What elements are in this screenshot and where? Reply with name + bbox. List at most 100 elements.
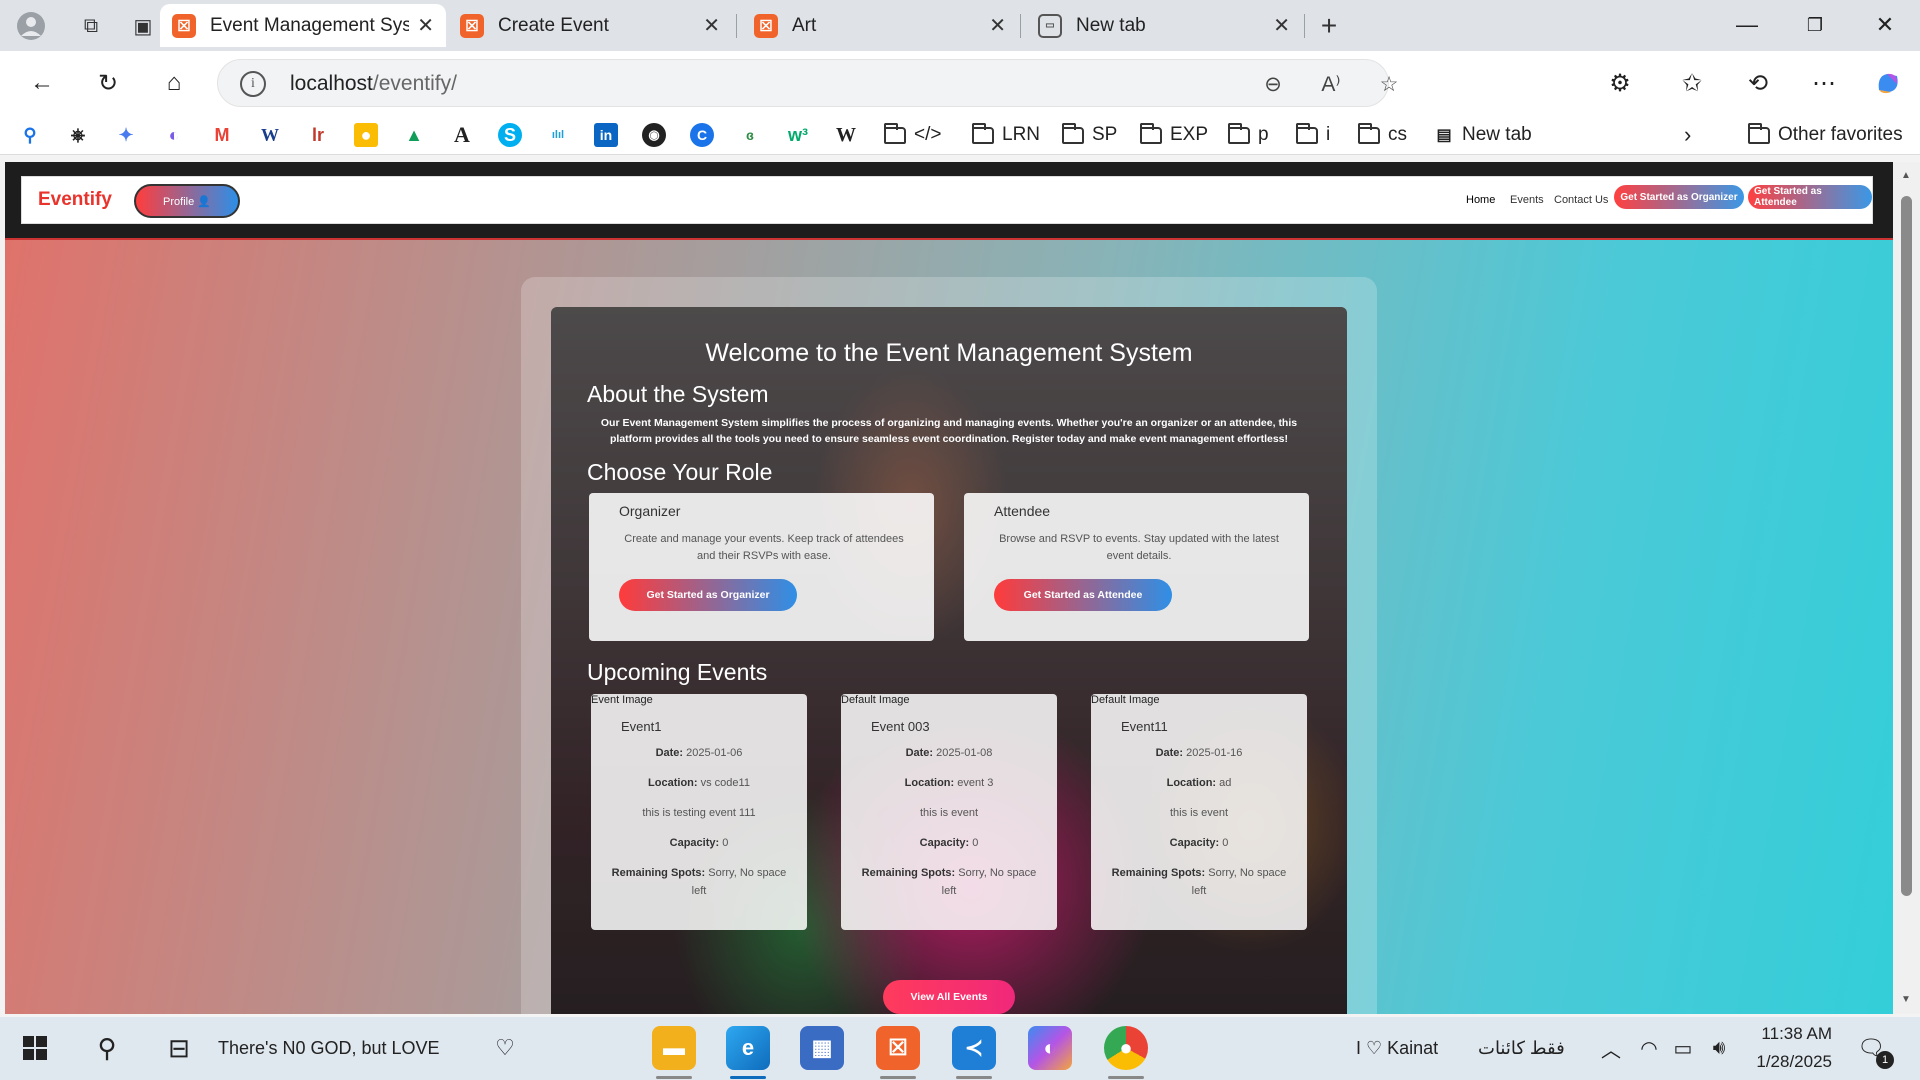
scroll-down-arrow-icon[interactable]: ▼ (1901, 994, 1911, 1005)
close-icon[interactable]: ✕ (989, 13, 1006, 38)
tab-event-management-system[interactable]: ☒ Event Management System ✕ (160, 4, 446, 47)
restore-icon[interactable]: ❐ (1790, 8, 1840, 42)
cisco-icon: ılıl (551, 129, 565, 141)
chrome-icon[interactable]: ● (1104, 1026, 1148, 1070)
chevron-up-icon[interactable]: ︿ (1590, 1027, 1632, 1069)
close-icon[interactable]: ✕ (703, 13, 720, 38)
history-icon[interactable]: ⟲ (1738, 65, 1778, 101)
vscode-icon[interactable]: ≺ (952, 1026, 996, 1070)
folder-lrn[interactable]: LRN (972, 121, 1040, 149)
tab-create-event[interactable]: ☒ Create Event ✕ (448, 4, 732, 47)
taskbar-search-text[interactable]: There's N0 GOD, but LOVE (218, 1038, 440, 1059)
clock-time[interactable]: 11:38 AM (1748, 1024, 1832, 1044)
get-started-organizer-button[interactable]: Get Started as Organizer (619, 579, 797, 611)
folder-i[interactable]: i (1296, 121, 1330, 149)
copilot-icon[interactable]: ◐ (1028, 1026, 1072, 1070)
clock-date[interactable]: 1/28/2025 (1744, 1052, 1832, 1072)
bookmark-lms[interactable]: lr (306, 121, 336, 149)
calculator-icon[interactable]: ▦ (800, 1026, 844, 1070)
address-bar[interactable]: i localhost/eventify/ ⊖ A⁾ ☆ (217, 59, 1398, 107)
scroll-up-arrow-icon[interactable]: ▲ (1901, 170, 1911, 181)
bookmark-github[interactable]: ◉ (642, 121, 672, 149)
site-info-icon[interactable]: i (240, 71, 266, 97)
bookmark-gmail[interactable]: M (210, 121, 240, 149)
nav-events-link[interactable]: Events (1510, 194, 1544, 206)
volume-icon[interactable]: 🔊︎ (1698, 1027, 1740, 1069)
get-started-attendee-button[interactable]: Get Started as Attendee (994, 579, 1172, 611)
gmail-icon: M (214, 124, 230, 145)
nav-attendee-button[interactable]: Get Started as Attendee (1748, 185, 1872, 209)
nav-contact-link[interactable]: Contact Us (1554, 194, 1608, 206)
read-aloud-icon[interactable]: A⁾ (1316, 70, 1346, 98)
bookmark-w3schools[interactable]: w³ (786, 121, 816, 149)
bookmark-font[interactable]: A (450, 121, 480, 149)
bookmark-w3[interactable]: W (258, 121, 288, 149)
bookmarks-overflow-chevron-icon[interactable]: › (1684, 121, 1691, 149)
event-card: Default Image Event 003 Date: 2025-01-08… (841, 694, 1057, 930)
event-location: Location: event 3 (904, 777, 994, 789)
back-icon[interactable]: ← (22, 65, 62, 101)
folder-p[interactable]: p (1228, 121, 1269, 149)
new-tab-plus-icon[interactable]: + (1312, 9, 1346, 43)
tab-art[interactable]: ☒ Art ✕ (742, 4, 1018, 47)
site-brand[interactable]: Eventify (38, 189, 112, 211)
view-all-events-button[interactable]: View All Events (883, 980, 1015, 1014)
folder-cs[interactable]: cs (1358, 121, 1407, 149)
nav-organizer-button[interactable]: Get Started as Organizer (1614, 185, 1744, 209)
bookmark-drive[interactable]: ▲ (402, 121, 432, 149)
bookmark-openai[interactable]: ⎈ (66, 121, 96, 149)
role-heading: Choose Your Role (587, 459, 773, 485)
minimize-icon[interactable]: — (1722, 8, 1772, 42)
zoom-out-icon[interactable]: ⊖ (1258, 70, 1288, 98)
search-icon[interactable]: ⚲ (86, 1027, 128, 1069)
reload-icon[interactable]: ↻ (88, 65, 128, 101)
font-icon: A (454, 122, 470, 147)
folder-code[interactable]: </> (884, 121, 941, 149)
folder-icon (1748, 122, 1770, 144)
bookmarks-bar: ⚲ ⎈ ✦ ◐ M W lr ● ▲ A S ılıl in ◉ C ɞ w³ … (0, 115, 1920, 155)
copilot-icon[interactable] (1868, 65, 1908, 101)
bookmark-skype[interactable]: S (498, 121, 528, 149)
bookmark-cisco[interactable]: ılıl (546, 121, 576, 149)
heart-icon[interactable]: ♡ (484, 1027, 526, 1069)
file-explorer-icon[interactable]: ▬ (652, 1026, 696, 1070)
copilot-icon: ◐ (168, 124, 180, 145)
favorites-icon[interactable]: ✩ (1672, 65, 1712, 101)
xampp-icon: ☒ (460, 13, 484, 38)
tab-new-tab[interactable]: ▭ New tab ✕ (1026, 4, 1302, 47)
profile-button[interactable]: Profile 👤 (134, 184, 240, 218)
bookmark-c[interactable]: C (690, 121, 720, 149)
more-options-icon[interactable]: ⋯ (1804, 65, 1844, 101)
task-view-icon[interactable]: ⊟ (158, 1027, 200, 1069)
other-favorites[interactable]: Other favorites (1748, 121, 1903, 149)
bookmark-geeks[interactable]: ɞ (738, 121, 768, 149)
drive-icon: ▲ (405, 124, 423, 145)
scrollbar-thumb[interactable] (1901, 196, 1912, 896)
event-image-broken-icon: Default Image (1091, 694, 1160, 706)
profile-avatar-icon[interactable] (14, 9, 48, 43)
folder-exp[interactable]: EXP (1140, 121, 1208, 149)
bookmark-keep[interactable]: ● (354, 121, 384, 149)
folder-sp[interactable]: SP (1062, 121, 1117, 149)
xampp-icon[interactable]: ☒ (876, 1026, 920, 1070)
workspaces-icon[interactable]: ⧉ (74, 9, 108, 43)
bookmark-search[interactable]: ⚲ (18, 121, 48, 149)
app-active-indicator (730, 1076, 766, 1079)
page-scrollbar[interactable]: ▲ ▼ (1893, 162, 1920, 1014)
close-icon[interactable]: ✕ (417, 13, 434, 38)
favorite-star-icon[interactable]: ☆ (1374, 70, 1404, 98)
close-icon[interactable]: ✕ (1273, 13, 1290, 38)
nav-home-link[interactable]: Home (1466, 194, 1495, 206)
bookmark-wikipedia[interactable]: W (834, 121, 864, 149)
window-close-icon[interactable]: ✕ (1860, 8, 1910, 42)
extensions-icon[interactable]: ⚙ (1600, 65, 1640, 101)
bookmark-gemini[interactable]: ✦ (114, 121, 144, 149)
windows-start-icon[interactable] (14, 1027, 56, 1069)
vertical-tabs-icon[interactable]: ▣ (126, 9, 160, 43)
home-icon[interactable]: ⌂ (154, 65, 194, 101)
edge-icon[interactable]: e (726, 1026, 770, 1070)
event-date: Date: 2025-01-06 (655, 747, 743, 759)
bookmark-linkedin[interactable]: in (594, 121, 624, 149)
bookmark-new-tab[interactable]: ▤ New tab (1432, 121, 1531, 149)
bookmark-copilot[interactable]: ◐ (162, 121, 192, 149)
